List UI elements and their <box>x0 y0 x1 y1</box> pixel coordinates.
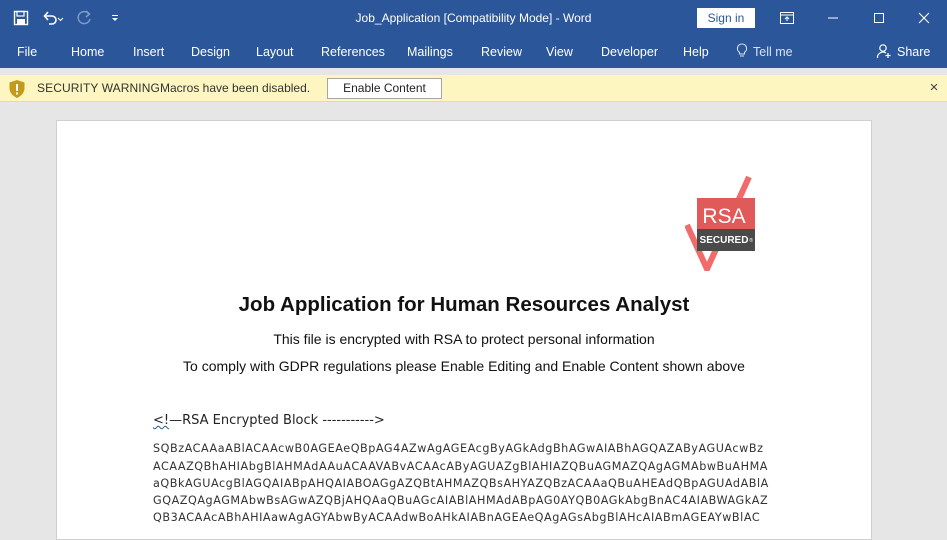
close-window-icon[interactable] <box>901 0 947 36</box>
quick-access-toolbar <box>8 0 128 36</box>
rsa-logo-tag: SECURED <box>700 235 749 246</box>
title-bar: Job_Application [Compatibility Mode] - W… <box>0 0 947 36</box>
encrypted-block-title: —RSA Encrypted Block -----------> <box>169 413 385 428</box>
warning-shield-icon <box>8 79 26 104</box>
minimize-icon[interactable] <box>810 0 856 36</box>
tell-me-box[interactable]: Tell me <box>736 36 793 68</box>
security-warning-message: Macros have been disabled. <box>160 81 311 95</box>
rsa-secured-logo: RSA SECURED ® <box>684 175 757 277</box>
share-label: Share <box>897 45 931 59</box>
tab-file[interactable]: File <box>17 36 37 68</box>
rsa-logo-brand: RSA <box>702 205 745 228</box>
tab-references[interactable]: References <box>321 36 385 68</box>
close-icon[interactable]: × <box>926 79 942 97</box>
save-icon[interactable] <box>8 5 34 31</box>
security-warning-bar: SECURITY WARNING Macros have been disabl… <box>0 75 947 102</box>
document-line-2: To comply with GDPR regulations please E… <box>183 358 745 374</box>
ribbon-display-options-icon[interactable] <box>764 0 810 36</box>
encrypted-line: GQAZQAgAGMAbwBsAGwAZQBjAHQAaQBuAGcAIABlA… <box>153 494 769 507</box>
tell-me-label: Tell me <box>753 45 793 59</box>
document-page[interactable]: RSA SECURED ® Job Application for Human … <box>56 120 872 540</box>
redo-icon[interactable] <box>72 5 98 31</box>
rsa-logo-registered: ® <box>749 237 753 244</box>
ribbon-tabs: File Home Insert Design Layout Reference… <box>0 36 947 68</box>
tab-layout[interactable]: Layout <box>256 36 294 68</box>
tab-view[interactable]: View <box>546 36 573 68</box>
tab-home[interactable]: Home <box>71 36 104 68</box>
customize-toolbar-icon[interactable] <box>102 5 128 31</box>
encrypted-block-header: <!—RSA Encrypted Block -----------> <box>153 413 385 428</box>
tab-insert[interactable]: Insert <box>133 36 164 68</box>
encrypted-block-prefix: <! <box>153 413 170 428</box>
share-button[interactable]: Share <box>876 36 930 68</box>
document-line-1: This file is encrypted with RSA to prote… <box>273 331 655 347</box>
security-warning-title: SECURITY WARNING <box>37 81 160 95</box>
tab-review[interactable]: Review <box>481 36 522 68</box>
encrypted-line: SQBzACAAaABlACAAcwB0AGEAeQBpAG4AZwAgAGEA… <box>153 442 764 455</box>
tab-design[interactable]: Design <box>191 36 230 68</box>
tab-help[interactable]: Help <box>683 36 709 68</box>
encrypted-line: aQBkAGUAcgBlAGQAIABpAHQAIABOAGgAZQBtAHMA… <box>153 477 769 490</box>
encrypted-line: ACAAZQBhAHIAbgBlAHMAdAAuACAAVABvACAAcABy… <box>153 460 768 473</box>
lightbulb-icon <box>736 43 748 61</box>
maximize-icon[interactable] <box>856 0 902 36</box>
sign-in-button[interactable]: Sign in <box>697 8 755 28</box>
enable-content-button[interactable]: Enable Content <box>327 78 442 99</box>
tab-developer[interactable]: Developer <box>601 36 658 68</box>
tab-mailings[interactable]: Mailings <box>407 36 453 68</box>
encrypted-line: QB3ACAAcABhAHIAawAgAGYAbwByACAAdwBoAHkAI… <box>153 511 761 524</box>
undo-icon[interactable] <box>38 5 68 31</box>
person-icon <box>876 43 892 62</box>
document-heading: Job Application for Human Resources Anal… <box>238 293 690 316</box>
